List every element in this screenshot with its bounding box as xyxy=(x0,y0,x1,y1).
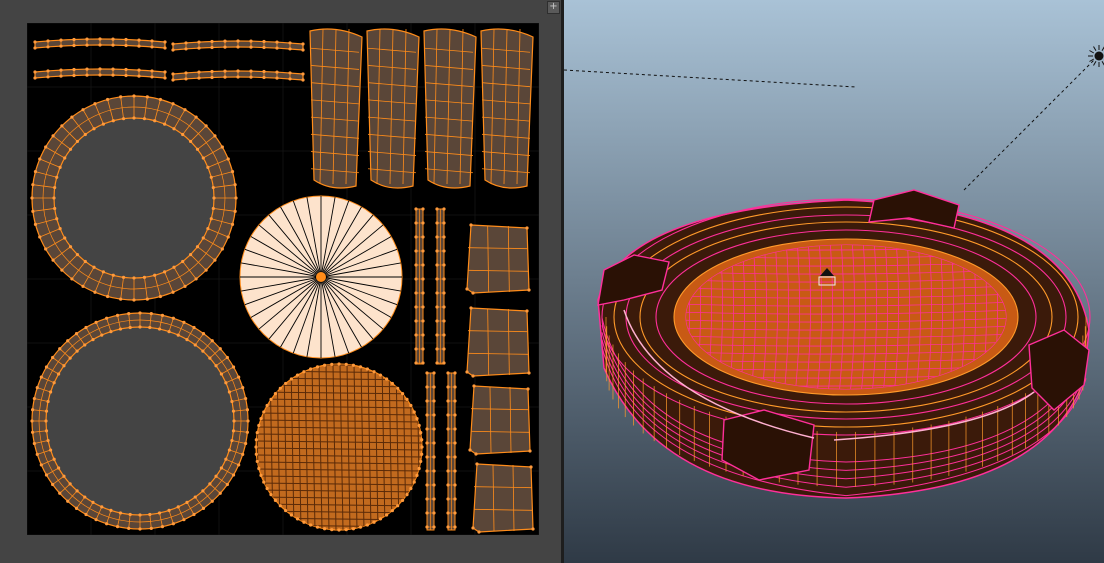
uv-shell-arc-strip[interactable] xyxy=(33,37,167,50)
uv-shell-arc-strip[interactable] xyxy=(171,39,305,52)
uv-shell-thin-strip[interactable] xyxy=(414,207,425,365)
viewport-canvas[interactable] xyxy=(564,0,1104,563)
uv-shell-fan-disc[interactable] xyxy=(239,195,403,359)
uv-shell-curved-panel[interactable] xyxy=(309,28,363,189)
uv-shell-curved-panel[interactable] xyxy=(480,28,534,189)
uv-shell-block[interactable] xyxy=(471,462,535,534)
uv-shell-block[interactable] xyxy=(465,306,531,378)
uv-editor-panel[interactable] xyxy=(0,0,561,563)
uv-shell-thin-strip[interactable] xyxy=(425,371,436,531)
uv-shell-thin-strip[interactable] xyxy=(446,371,457,531)
uv-layout-canvas[interactable] xyxy=(27,23,539,535)
uv-shell-cobble-disc[interactable] xyxy=(254,362,424,532)
uv-shell-arc-strip[interactable] xyxy=(33,67,167,80)
uv-shell-block[interactable] xyxy=(468,384,532,456)
uv-texture-sheet[interactable] xyxy=(27,23,539,535)
uv-shell-ring[interactable] xyxy=(30,311,250,531)
uv-shell-arc-strip[interactable] xyxy=(171,69,305,82)
uv-shell-curved-panel[interactable] xyxy=(423,28,477,189)
uv-shell-block[interactable] xyxy=(465,223,531,295)
plus-icon[interactable]: + xyxy=(547,1,560,14)
perspective-viewport[interactable] xyxy=(564,0,1104,563)
manhole-cover-model[interactable] xyxy=(597,189,1091,499)
uv-shell-curved-panel[interactable] xyxy=(366,28,420,189)
uv-shell-thin-strip[interactable] xyxy=(435,207,446,365)
uv-shell-ring[interactable] xyxy=(30,94,238,302)
